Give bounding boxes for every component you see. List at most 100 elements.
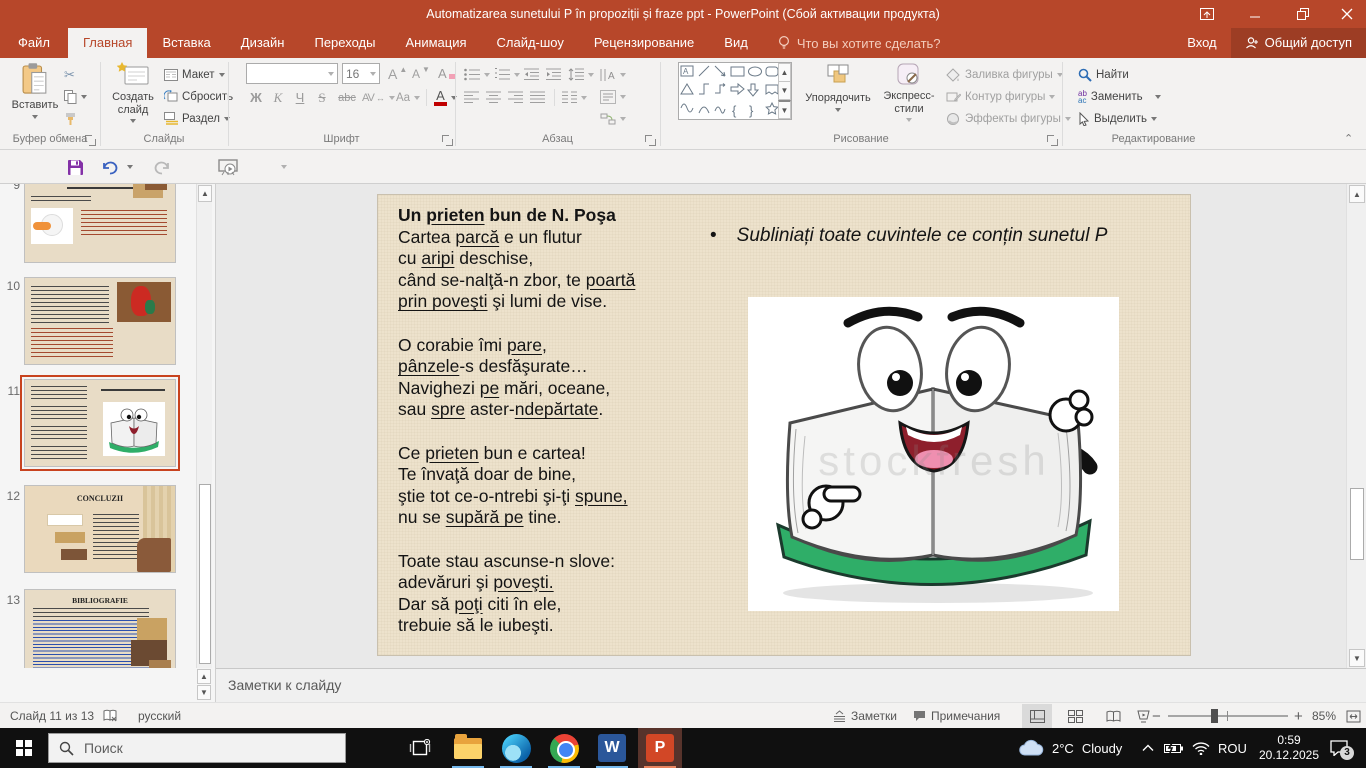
slide-canvas[interactable]: Un prieten bun de N. PoşaCartea parcă e … (378, 195, 1190, 655)
arrange-button[interactable]: Упорядочить (800, 62, 876, 112)
grow-font-button[interactable]: А▲ (388, 63, 407, 84)
task-view-button[interactable] (398, 728, 442, 768)
align-left-button[interactable] (464, 87, 479, 108)
thumbnail-scroll-thumb[interactable] (199, 484, 211, 664)
shrink-font-button[interactable]: А▼ (412, 63, 430, 84)
tab-file[interactable]: Файл (0, 28, 68, 58)
save-button[interactable] (62, 156, 88, 178)
align-text-button[interactable] (600, 86, 626, 107)
close-button[interactable] (1328, 0, 1366, 28)
paste-button[interactable]: Вставить (8, 62, 62, 119)
cut-button[interactable]: ✂ (64, 64, 75, 85)
shapes-scroll-down[interactable]: ▼ (778, 81, 791, 100)
quick-styles-button[interactable]: Экспресс-стили (878, 62, 940, 122)
zoom-out-button[interactable]: − (1152, 703, 1161, 729)
thumbnail-scroll-down-2[interactable]: ▼ (197, 685, 211, 700)
bullets-button[interactable] (464, 64, 490, 85)
thumbnail-scrollbar[interactable]: ▲ ▼ (196, 184, 212, 702)
shapes-gallery[interactable]: A {} ▲ ▼ ▼ (678, 62, 792, 120)
edge-button[interactable] (494, 728, 538, 768)
shape-outline-button[interactable]: Контур фигуры (946, 86, 1055, 107)
fit-slide-button[interactable] (1338, 704, 1366, 728)
align-right-button[interactable] (508, 87, 523, 108)
columns-button[interactable] (562, 87, 587, 108)
character-spacing-button[interactable]: AV↔ (362, 87, 395, 108)
select-button[interactable]: Выделить (1078, 108, 1157, 129)
slide-scroll-up[interactable]: ▲ (1349, 185, 1365, 203)
find-button[interactable]: Найти (1078, 64, 1129, 85)
replace-button[interactable]: abac Заменить (1078, 86, 1161, 107)
decrease-indent-button[interactable] (524, 64, 539, 85)
align-center-button[interactable] (486, 87, 501, 108)
justify-button[interactable] (530, 87, 545, 108)
word-button[interactable]: W (590, 728, 634, 768)
collapse-ribbon-button[interactable]: ⌃ (1344, 132, 1353, 145)
action-center-button[interactable]: 3 (1330, 728, 1348, 768)
tell-me-box[interactable]: Что вы хотите сделать? (777, 28, 941, 58)
strikethrough-button[interactable]: S (312, 87, 332, 108)
shapes-more-button[interactable]: ▼ (778, 100, 791, 119)
line-spacing-button[interactable] (568, 64, 594, 85)
language-indicator[interactable]: русский (138, 703, 181, 729)
task-text-placeholder[interactable]: • Subliniați toate cuvintele ce conțin s… (710, 225, 1170, 247)
keyboard-language[interactable]: ROU (1218, 728, 1247, 768)
increase-indent-button[interactable] (546, 64, 561, 85)
battery-indicator[interactable] (1164, 728, 1184, 768)
zoom-in-button[interactable]: + (1294, 703, 1303, 729)
tab-Дизайн[interactable]: Дизайн (226, 28, 300, 58)
ribbon-display-options-button[interactable] (1188, 0, 1226, 28)
clock[interactable]: 0:59 20.12.2025 (1256, 733, 1322, 763)
view-slide-sorter-button[interactable] (1060, 704, 1090, 728)
poem-text-placeholder[interactable]: Un prieten bun de N. PoşaCartea parcă e … (398, 205, 698, 637)
redo-button[interactable] (150, 156, 174, 178)
powerpoint-button-active[interactable]: P (638, 728, 682, 768)
text-direction-button[interactable]: A (600, 64, 626, 85)
view-reading-button[interactable] (1098, 704, 1128, 728)
convert-to-smartart-button[interactable] (600, 108, 626, 129)
taskbar-search[interactable]: Поиск (48, 733, 346, 763)
view-normal-button[interactable] (1022, 704, 1052, 728)
copy-button[interactable] (64, 86, 87, 107)
slide-scroll-down[interactable]: ▼ (1349, 649, 1365, 667)
start-button[interactable] (0, 728, 48, 768)
italic-button[interactable]: К (268, 87, 288, 108)
book-mascot-image[interactable]: stockfresh (748, 297, 1119, 611)
thumbnail-scroll-up[interactable]: ▲ (198, 185, 212, 202)
zoom-slider-handle[interactable] (1211, 709, 1218, 723)
notes-toggle[interactable]: Заметки (833, 703, 897, 729)
change-case-button[interactable]: Aa (396, 87, 420, 108)
start-slideshow-button[interactable] (214, 156, 242, 178)
zoom-level[interactable]: 85% (1312, 703, 1336, 729)
slide-thumbnail-12[interactable]: CONCLUZII (24, 485, 176, 573)
new-slide-button[interactable]: Создать слайд (104, 62, 162, 123)
tab-Анимация[interactable]: Анимация (390, 28, 481, 58)
slide-thumbnail-10[interactable] (24, 277, 176, 365)
slide-thumbnail-11[interactable] (24, 379, 176, 467)
tab-Вид[interactable]: Вид (709, 28, 763, 58)
spellcheck-indicator[interactable] (103, 703, 118, 729)
tab-Главная[interactable]: Главная (68, 28, 147, 58)
tray-expand-button[interactable] (1142, 728, 1154, 768)
qat-customize-dropdown[interactable] (278, 156, 290, 178)
shape-fill-button[interactable]: Заливка фигуры (946, 64, 1063, 85)
format-painter-button[interactable] (64, 108, 77, 129)
slide-indicator[interactable]: Слайд 11 из 13 (10, 703, 94, 729)
share-button[interactable]: Общий доступ (1231, 28, 1366, 58)
weather-widget[interactable]: 2°C Cloudy (1018, 728, 1122, 768)
wifi-indicator[interactable] (1192, 728, 1210, 768)
comments-toggle[interactable]: Примечания (913, 703, 1000, 729)
undo-button[interactable] (98, 156, 122, 178)
font-color-button[interactable]: А (434, 87, 457, 108)
section-button[interactable]: Раздел (164, 108, 230, 129)
slide-scroll-thumb[interactable] (1350, 488, 1364, 560)
clear-formatting-button[interactable]: A (438, 63, 456, 84)
zoom-slider-track[interactable] (1168, 715, 1288, 717)
thumbnail-scroll-up-2[interactable]: ▲ (197, 669, 211, 684)
font-size-combo[interactable]: 16 (342, 63, 380, 84)
numbering-button[interactable] (494, 64, 520, 85)
slide-thumbnail-9[interactable] (24, 184, 176, 263)
slide-scrollbar[interactable]: ▲ ▼ (1346, 184, 1366, 668)
underline-button[interactable]: Ч (290, 87, 310, 108)
tab-Рецензирование[interactable]: Рецензирование (579, 28, 709, 58)
tab-Слайд-шоу[interactable]: Слайд-шоу (482, 28, 579, 58)
